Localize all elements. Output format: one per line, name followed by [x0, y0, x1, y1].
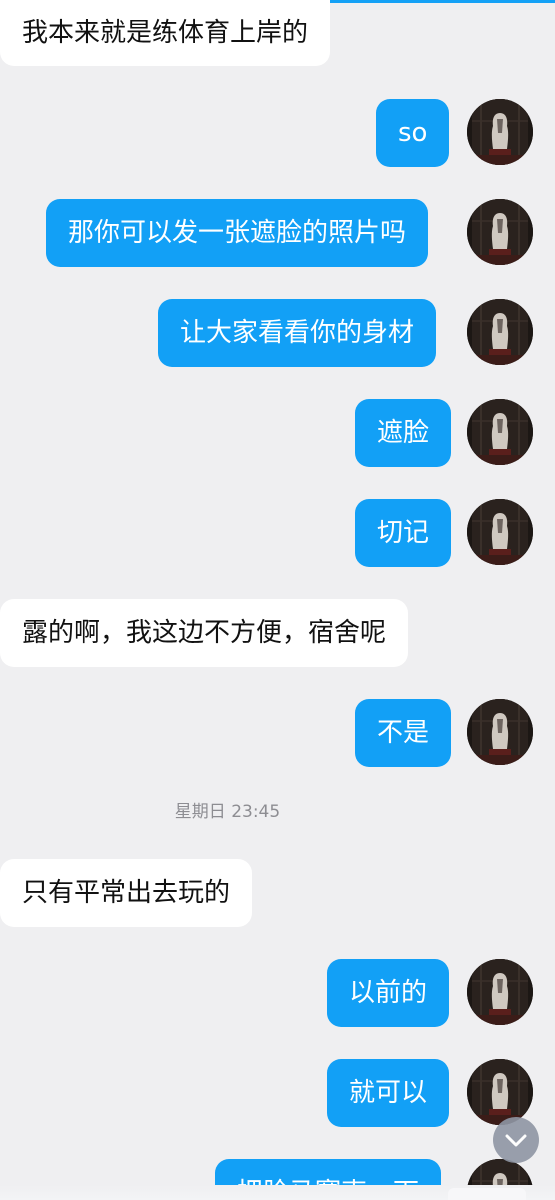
avatar-image	[467, 699, 533, 765]
user-avatar[interactable]	[467, 499, 533, 565]
avatar-image	[467, 99, 533, 165]
user-avatar[interactable]	[467, 699, 533, 765]
outgoing-message-bubble[interactable]: so	[376, 99, 450, 167]
user-avatar[interactable]	[467, 959, 533, 1025]
avatar-image	[467, 499, 533, 565]
avatar-image	[467, 399, 533, 465]
incoming-message-bubble[interactable]: 露的啊，我这边不方便，宿舍呢	[0, 599, 409, 667]
avatar-image	[467, 959, 533, 1025]
user-avatar[interactable]	[467, 199, 533, 265]
user-avatar[interactable]	[467, 299, 533, 365]
user-avatar[interactable]	[467, 99, 533, 165]
incoming-message-bubble[interactable]: 只有平常出去玩的	[0, 859, 253, 927]
outgoing-message-bubble[interactable]: 切记	[355, 499, 452, 567]
chat-screen: 我本来就是练体育上岸的 so 那你可以发一张遮脸的照片吗 让大家看看你的身材 遮…	[0, 0, 555, 1200]
outgoing-message-bubble[interactable]: 就可以	[327, 1059, 450, 1127]
avatar-image	[467, 199, 533, 265]
user-avatar[interactable]	[467, 1059, 533, 1125]
outgoing-message-bubble[interactable]: 让大家看看你的身材	[158, 299, 437, 367]
avatar-image	[467, 299, 533, 365]
message-timestamp: 星期日 23:45	[174, 802, 281, 822]
chevron-down-icon	[505, 1134, 527, 1147]
incoming-message-bubble[interactable]: 我本来就是练体育上岸的	[0, 0, 331, 66]
outgoing-message-bubble[interactable]: 以前的	[327, 959, 450, 1027]
outgoing-message-bubble[interactable]: 那你可以发一张遮脸的照片吗	[46, 199, 429, 267]
outgoing-message-bubble[interactable]: 遮脸	[355, 399, 452, 467]
user-avatar[interactable]	[467, 399, 533, 465]
scroll-to-bottom-button[interactable]	[493, 1117, 539, 1163]
input-bar-edge	[448, 1188, 526, 1200]
avatar-image	[467, 1059, 533, 1125]
outgoing-message-bubble[interactable]: 不是	[355, 699, 452, 767]
